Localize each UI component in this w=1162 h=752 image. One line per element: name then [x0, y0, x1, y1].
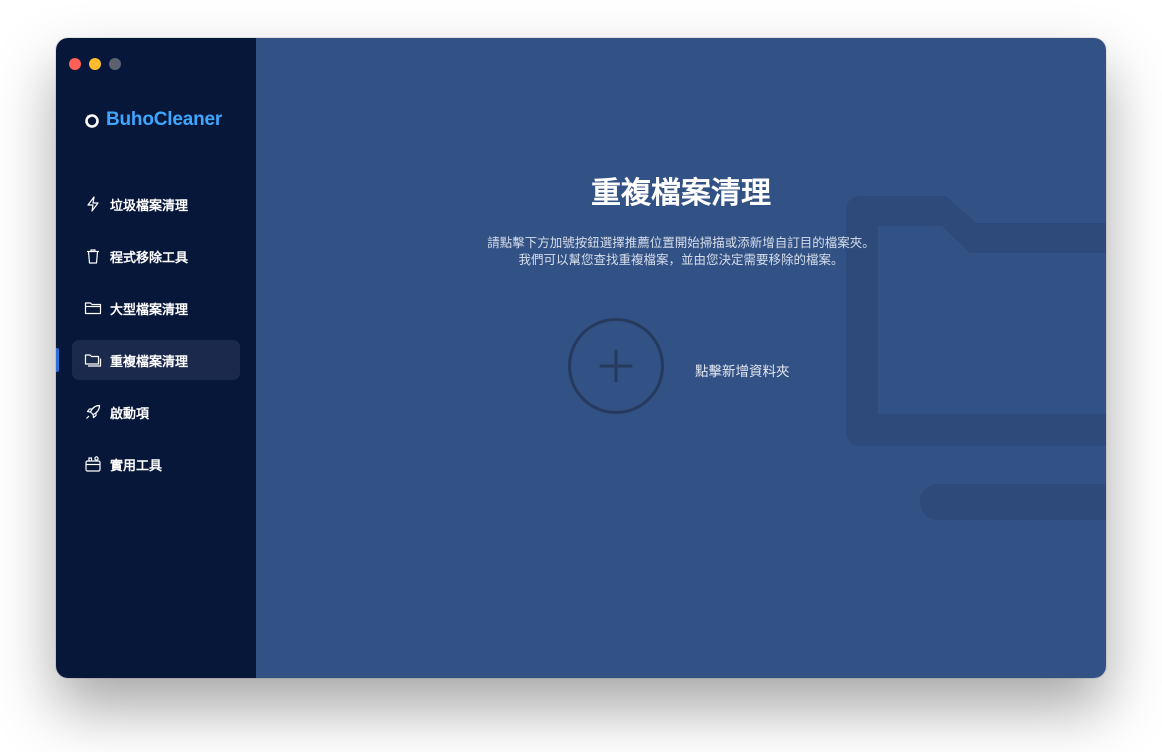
main-panel: 重複檔案清理 請點擊下方加號按鈕選擇推薦位置開始掃描或添新增自訂目的檔案夾。 我… — [256, 38, 1106, 678]
add-folder-button[interactable] — [568, 318, 664, 414]
sidebar: BuhoCleaner 垃圾檔案清理 程式移除工具 大型檔案清理 重複檔案清理 … — [56, 38, 256, 678]
sidebar-item-duplicate-files[interactable]: 重複檔案清理 — [72, 340, 240, 380]
sidebar-item-label: 程式移除工具 — [110, 250, 189, 266]
buho-logo-icon — [85, 114, 99, 128]
active-indicator — [56, 348, 59, 372]
brand: BuhoCleaner — [84, 109, 222, 131]
window-controls — [69, 58, 121, 70]
app-window: BuhoCleaner 垃圾檔案清理 程式移除工具 大型檔案清理 重複檔案清理 … — [56, 38, 1106, 678]
maximize-button[interactable] — [109, 58, 121, 70]
sidebar-item-label: 啟動項 — [110, 406, 150, 422]
sidebar-item-startup-items[interactable]: 啟動項 — [72, 392, 240, 432]
description-line-1: 請點擊下方加號按鈕選擇推薦位置開始掃描或添新增自訂目的檔案夾。 — [487, 235, 875, 250]
page-title: 重複檔案清理 — [591, 176, 771, 211]
minimize-button[interactable] — [89, 58, 101, 70]
toolbox-icon — [84, 455, 102, 473]
duplicate-folder-icon — [84, 351, 102, 369]
sidebar-item-toolkit[interactable]: 實用工具 — [72, 444, 240, 484]
page-description: 請點擊下方加號按鈕選擇推薦位置開始掃描或添新增自訂目的檔案夾。 我們可以幫您查找… — [256, 234, 1106, 268]
lightning-icon — [84, 195, 102, 213]
add-folder-label[interactable]: 點擊新增資料夾 — [695, 360, 790, 380]
sidebar-item-label: 大型檔案清理 — [110, 302, 189, 318]
trash-icon — [84, 247, 102, 265]
sidebar-item-label: 實用工具 — [110, 458, 163, 474]
rocket-icon — [84, 403, 102, 421]
folder-icon — [84, 299, 102, 317]
close-button[interactable] — [69, 58, 81, 70]
app-name: BuhoCleaner — [106, 109, 223, 130]
sidebar-item-junk-files[interactable]: 垃圾檔案清理 — [72, 184, 240, 224]
plus-icon — [599, 349, 633, 383]
sidebar-nav: 垃圾檔案清理 程式移除工具 大型檔案清理 重複檔案清理 啟動項 實用工具 — [72, 184, 240, 496]
description-line-2: 我們可以幫您查找重複檔案，並由您決定需要移除的檔案。 — [518, 252, 844, 267]
sidebar-item-large-files[interactable]: 大型檔案清理 — [72, 288, 240, 328]
sidebar-item-app-uninstaller[interactable]: 程式移除工具 — [72, 236, 240, 276]
sidebar-item-label: 重複檔案清理 — [110, 354, 189, 370]
sidebar-item-label: 垃圾檔案清理 — [110, 198, 189, 214]
background-bar-decoration — [920, 484, 1106, 520]
